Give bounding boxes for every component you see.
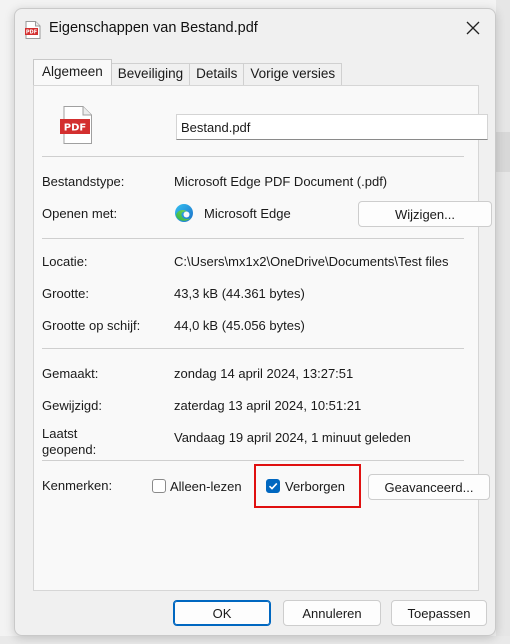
edge-icon [175,204,193,222]
modified-value: zaterdag 13 april 2024, 10:51:21 [174,398,362,413]
opens-with-label: Openen met: [42,206,118,221]
opens-with-value: Microsoft Edge [204,206,291,221]
tab-algemeen[interactable]: Algemeen [33,59,112,85]
created-label: Gemaakt: [42,366,99,381]
background-bottom [0,636,510,644]
separator [42,238,464,239]
size-on-disk-value: 44,0 kB (45.056 bytes) [174,318,305,333]
location-label: Locatie: [42,254,88,269]
ok-button[interactable]: OK [173,600,271,626]
general-tab-panel: PDF Bestandstype: Microsoft Edge PDF Doc… [33,85,492,591]
hidden-checkbox[interactable] [266,479,280,493]
readonly-checkbox[interactable] [152,479,166,493]
accessed-label: Laatst geopend: [42,426,96,458]
pdf-file-icon: PDF [25,21,41,39]
readonly-label[interactable]: Alleen-lezen [170,479,242,494]
attributes-label: Kenmerken: [42,478,113,493]
filename-input[interactable] [176,114,488,140]
file-type-label: Bestandstype: [42,174,125,189]
window-title: Eigenschappen van Bestand.pdf [49,20,258,36]
pdf-badge-label: PDF [64,123,86,134]
background-window-edge [496,0,510,644]
apply-button[interactable]: Toepassen [391,600,487,626]
tab-vorige-versies[interactable]: Vorige versies [243,63,343,85]
accessed-label-line1: Laatst [42,426,78,441]
size-on-disk-label: Grootte op schijf: [42,318,141,333]
file-type-value: Microsoft Edge PDF Document (.pdf) [174,174,388,189]
close-button[interactable] [451,9,495,47]
cancel-button[interactable]: Annuleren [283,600,381,626]
hidden-label[interactable]: Verborgen [285,479,345,494]
accessed-label-line2: geopend: [42,442,97,457]
advanced-button[interactable]: Geavanceerd... [368,474,490,500]
location-value: C:\Users\mx1x2\OneDrive\Documents\Test f… [174,254,449,269]
change-button[interactable]: Wijzigen... [358,201,492,227]
size-value: 43,3 kB (44.361 bytes) [174,286,305,301]
checkmark-icon [268,482,278,490]
tab-bar: Algemeen Beveiliging Details Vorige vers… [33,59,343,85]
separator [42,348,464,349]
properties-dialog: PDF Eigenschappen van Bestand.pdf Algeme… [14,8,496,636]
pdf-document-icon: PDF [60,106,92,144]
accessed-value: Vandaag 19 april 2024, 1 minuut geleden [174,430,411,445]
separator [42,460,464,461]
size-label: Grootte: [42,286,89,301]
separator [42,156,464,157]
tab-beveiliging[interactable]: Beveiliging [110,63,191,85]
modified-label: Gewijzigd: [42,398,102,413]
created-value: zondag 14 april 2024, 13:27:51 [174,366,354,381]
background-block [496,132,510,172]
svg-text:PDF: PDF [26,30,37,36]
close-icon [466,21,480,35]
tab-details[interactable]: Details [189,63,245,85]
title-bar: PDF Eigenschappen van Bestand.pdf [15,9,495,49]
